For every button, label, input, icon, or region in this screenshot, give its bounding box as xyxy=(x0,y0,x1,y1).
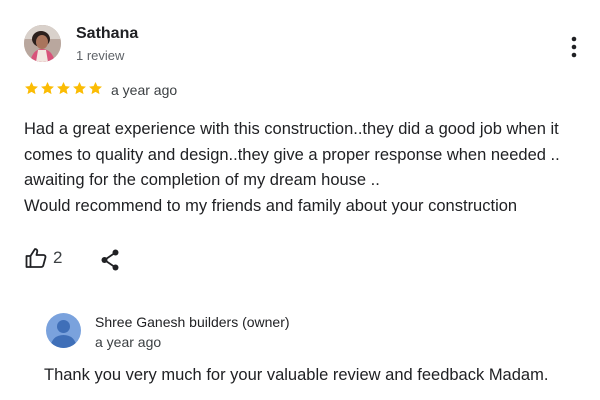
reviewer-photo xyxy=(24,25,61,62)
owner-name: Shree Ganesh builders (owner) xyxy=(95,314,290,330)
owner-avatar xyxy=(46,313,81,348)
star-icon xyxy=(57,81,70,95)
review-count: 1 review xyxy=(76,48,125,63)
reviewer-name[interactable]: Sathana xyxy=(76,25,138,43)
review-time: a year ago xyxy=(111,82,178,98)
share-button[interactable] xyxy=(99,248,121,277)
review-text: Had a great experience with this constru… xyxy=(24,117,584,219)
reviewer-avatar[interactable] xyxy=(24,25,61,62)
star-icon xyxy=(25,81,38,95)
default-user-avatar-icon xyxy=(50,320,77,348)
review-text-line: Would recommend to my friends and family… xyxy=(24,196,518,215)
like-count: 2 xyxy=(53,248,63,267)
review-text-line: comes to quality and design..they give a… xyxy=(24,145,560,164)
owner-response-text: Thank you very much for your valuable re… xyxy=(44,366,549,384)
more-options-button[interactable] xyxy=(562,34,586,60)
owner-response-time: a year ago xyxy=(95,334,162,350)
share-icon xyxy=(101,249,119,271)
review-text-line: awaiting for the completion of my dream … xyxy=(24,171,380,189)
like-button[interactable]: 2 xyxy=(24,246,62,270)
star-icon xyxy=(73,81,86,95)
more-vert-icon xyxy=(571,36,577,58)
review-text-line: Had a great experience with this constru… xyxy=(24,120,559,138)
thumbs-up-icon xyxy=(25,248,47,268)
review-card: Sathana 1 review a year ago Had a great … xyxy=(0,0,600,400)
star-icon xyxy=(41,81,54,95)
star-rating xyxy=(24,81,103,99)
star-icon xyxy=(89,81,102,95)
